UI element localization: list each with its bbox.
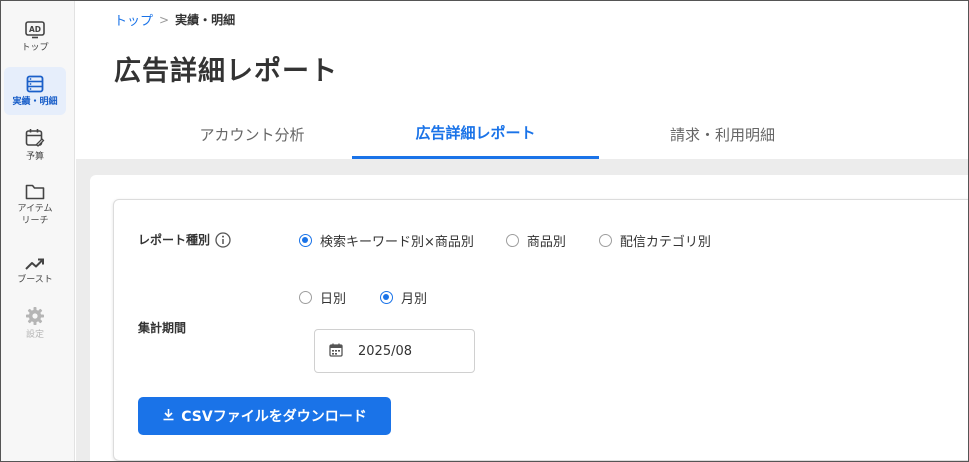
gear-icon xyxy=(25,306,45,326)
sidebar-item-label: 設定 xyxy=(25,329,44,340)
report-type-radio-group: 検索キーワード別×商品別 商品別 配信カテゴリ別 xyxy=(299,231,725,250)
report-type-label-text: レポート種別 xyxy=(138,233,211,247)
sidebar-item-label: 予算 xyxy=(25,151,44,162)
sidebar-item-label: アイテム リーチ xyxy=(17,204,53,226)
sidebar: AD トップ 実績・明細 予算 アイテム リーチ ブースト 設定 xyxy=(1,1,75,461)
radio-by-product[interactable]: 商品別 xyxy=(505,231,566,250)
radio-daily[interactable]: 日別 xyxy=(299,288,346,307)
sidebar-item-results[interactable]: 実績・明細 xyxy=(4,67,66,115)
tab-bar: アカウント分析 広告詳細レポート 請求・利用明細 xyxy=(76,109,968,159)
report-list-icon xyxy=(26,75,44,93)
tab-ad-detail-report[interactable]: 広告詳細レポート xyxy=(352,109,599,159)
radio-keyword-by-product[interactable]: 検索キーワード別×商品別 xyxy=(299,231,474,250)
period-radio-group: 日別 月別 xyxy=(299,288,441,307)
page-title: 広告詳細レポート xyxy=(114,56,338,87)
breadcrumb-current: 実績・明細 xyxy=(175,13,236,27)
breadcrumb: トップ > 実績・明細 xyxy=(114,10,236,30)
breadcrumb-separator: > xyxy=(159,12,170,27)
sidebar-item-top[interactable]: AD トップ xyxy=(4,13,66,61)
info-icon[interactable] xyxy=(215,231,231,248)
trending-up-icon xyxy=(25,257,45,271)
sidebar-item-label: トップ xyxy=(21,42,49,53)
radio-indicator xyxy=(380,291,394,304)
radio-indicator xyxy=(505,234,519,247)
period-label: 集計期間 xyxy=(138,321,187,335)
sidebar-item-item-reach[interactable]: アイテム リーチ xyxy=(4,177,66,233)
radio-monthly[interactable]: 月別 xyxy=(380,288,427,307)
breadcrumb-home-link[interactable]: トップ xyxy=(114,10,153,29)
radio-label: 商品別 xyxy=(526,235,566,250)
radio-indicator xyxy=(299,234,312,247)
radio-label: 検索キーワード別×商品別 xyxy=(320,235,474,250)
budget-calendar-icon xyxy=(25,128,45,148)
radio-label: 月別 xyxy=(401,292,428,307)
sidebar-item-budget[interactable]: 予算 xyxy=(4,121,66,169)
month-picker-value: 2025/08 xyxy=(358,343,413,359)
calendar-icon xyxy=(329,342,343,361)
radio-indicator xyxy=(598,234,612,247)
sidebar-item-label: ブースト xyxy=(17,274,53,285)
radio-label: 配信カテゴリ別 xyxy=(619,235,711,250)
month-picker-field[interactable]: 2025/08 xyxy=(314,329,475,373)
app-window: AD トップ 実績・明細 予算 アイテム リーチ ブースト 設定 トップ > 実… xyxy=(0,0,969,462)
download-icon xyxy=(162,408,181,425)
sidebar-item-label: 実績・明細 xyxy=(12,96,58,107)
radio-indicator xyxy=(299,291,312,304)
radio-by-delivery-category[interactable]: 配信カテゴリ別 xyxy=(598,231,711,250)
svg-text:AD: AD xyxy=(29,25,41,34)
report-type-label: レポート種別 xyxy=(138,231,231,248)
sidebar-item-settings[interactable]: 設定 xyxy=(4,299,66,347)
csv-download-button[interactable]: CSVファイルをダウンロード xyxy=(138,397,391,435)
folder-icon xyxy=(25,183,45,200)
csv-download-label: CSVファイルをダウンロード xyxy=(181,409,367,425)
ad-icon: AD xyxy=(25,20,45,39)
radio-label: 日別 xyxy=(320,292,347,307)
sidebar-item-boost[interactable]: ブースト xyxy=(4,247,66,295)
tab-billing-statement[interactable]: 請求・利用明細 xyxy=(599,109,846,159)
tab-account-analysis[interactable]: アカウント分析 xyxy=(152,109,352,159)
